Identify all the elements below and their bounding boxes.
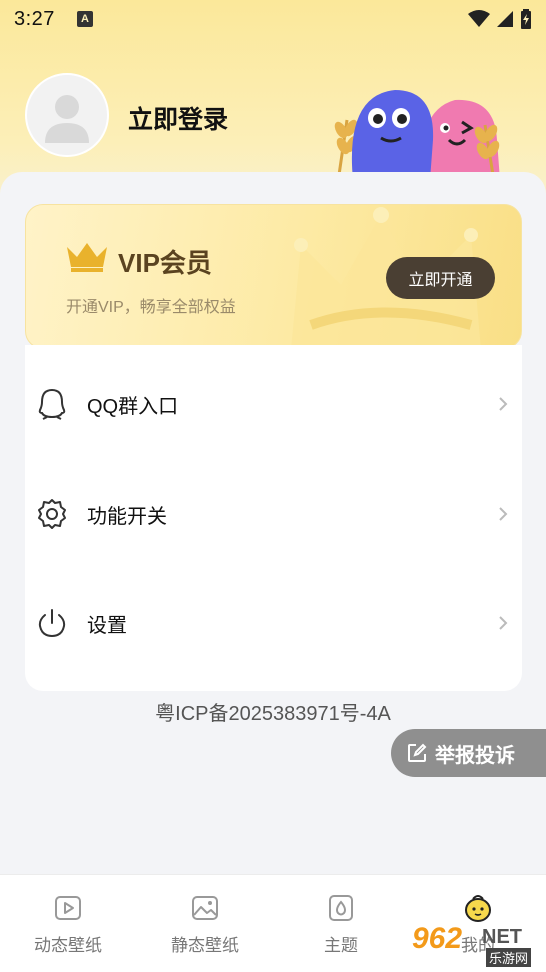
chevron-right-icon bbox=[499, 507, 508, 521]
mascot-illustration bbox=[334, 90, 500, 180]
watermark-suffix: NET bbox=[482, 926, 522, 948]
watermark-site: 乐游网 bbox=[486, 948, 532, 967]
status-time: 3:27 bbox=[14, 7, 55, 30]
tab-label: 主题 bbox=[324, 936, 358, 955]
image-icon bbox=[192, 896, 218, 920]
menu-item-settings[interactable]: 设置 bbox=[25, 593, 522, 653]
qq-icon bbox=[38, 388, 66, 420]
menu-item-label: 功能开关 bbox=[87, 505, 167, 528]
site-watermark: 962 NET 乐游网 bbox=[412, 922, 542, 967]
profile-face-icon bbox=[465, 895, 491, 922]
tab-live-wallpaper[interactable]: 动态壁纸 bbox=[8, 893, 128, 956]
status-bar: 3:27 A bbox=[0, 0, 546, 38]
crown-icon bbox=[67, 243, 107, 272]
menu-item-feature-switch[interactable]: 功能开关 bbox=[25, 484, 522, 544]
battery-icon bbox=[521, 9, 531, 29]
gear-icon bbox=[38, 499, 66, 529]
tab-label: 静态壁纸 bbox=[171, 936, 239, 955]
menu-card: QQ群入口 功能开关 设置 bbox=[25, 345, 522, 691]
tab-theme[interactable]: 主题 bbox=[281, 893, 401, 956]
default-avatar-icon bbox=[45, 95, 89, 143]
menu-item-qq-group[interactable]: QQ群入口 bbox=[25, 374, 522, 434]
menu-item-label: 设置 bbox=[87, 614, 127, 637]
avatar[interactable] bbox=[25, 73, 109, 157]
vip-subtitle: 开通VIP，畅享全部权益 bbox=[66, 299, 236, 316]
chevron-right-icon bbox=[499, 616, 508, 630]
open-vip-button[interactable]: 立即开通 bbox=[386, 257, 495, 299]
theme-icon bbox=[329, 895, 353, 921]
edit-icon bbox=[408, 743, 427, 762]
wifi-icon bbox=[468, 10, 490, 27]
notification-a-icon: A bbox=[76, 11, 93, 27]
report-button[interactable]: 举报投诉 bbox=[391, 729, 546, 777]
video-icon bbox=[55, 896, 81, 920]
vip-card[interactable]: VIP会员 开通VIP，畅享全部权益 立即开通 bbox=[25, 204, 522, 349]
tab-label: 动态壁纸 bbox=[34, 936, 102, 955]
menu-item-label: QQ群入口 bbox=[87, 395, 179, 418]
power-icon bbox=[38, 609, 66, 638]
icp-record[interactable]: 粤ICP备2025383971号-4A bbox=[0, 697, 546, 726]
status-icons bbox=[468, 9, 532, 29]
report-label: 举报投诉 bbox=[435, 744, 515, 767]
vip-title: VIP会员 bbox=[118, 248, 212, 278]
watermark-brand: 962 bbox=[412, 922, 463, 955]
tab-static-wallpaper[interactable]: 静态壁纸 bbox=[145, 893, 265, 956]
signal-icon bbox=[497, 11, 513, 27]
chevron-right-icon bbox=[499, 397, 508, 411]
login-button[interactable]: 立即登录 bbox=[128, 100, 228, 136]
